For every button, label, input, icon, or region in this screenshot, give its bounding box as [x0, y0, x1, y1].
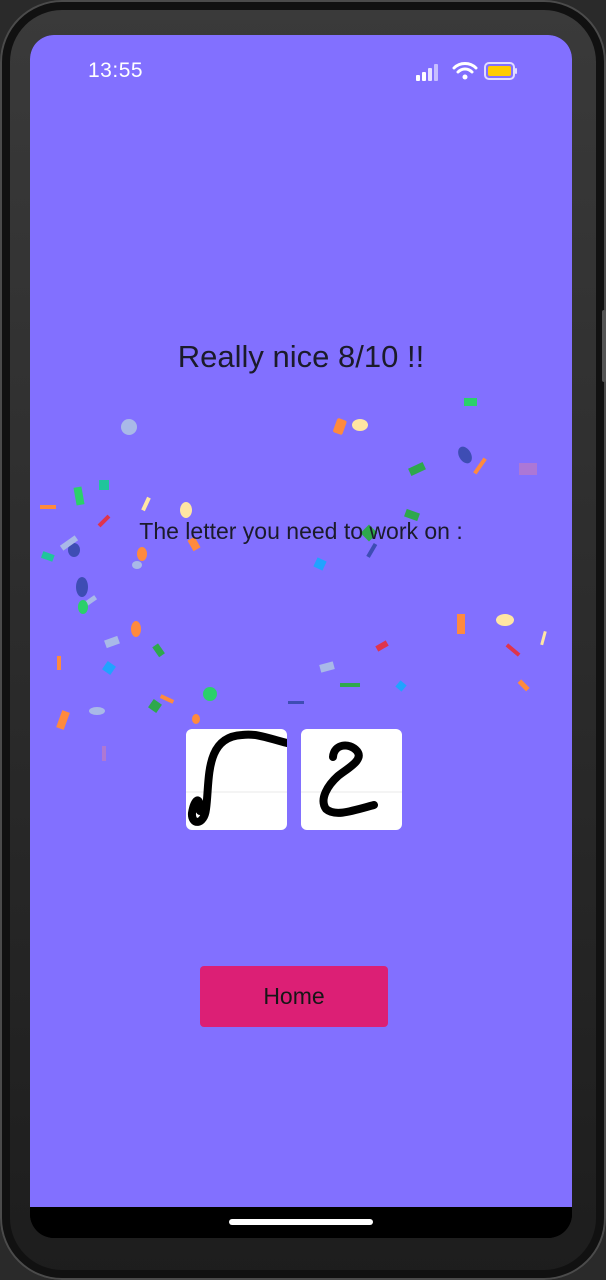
confetti-group [40, 398, 547, 761]
home-indicator[interactable] [229, 1219, 373, 1225]
handwritten-letter-2-icon [301, 741, 402, 817]
score-title: Really nice 8/10 !! [177, 339, 425, 374]
letter-card-2 [301, 729, 402, 830]
side-button [602, 310, 606, 382]
signal-bar-4 [434, 64, 438, 81]
phone-screen: 13:55 Really nice 8/10 !! The letter you… [30, 35, 572, 1238]
phone-frame: 13:55 Really nice 8/10 !! The letter you… [0, 0, 606, 1280]
signal-bar-2 [422, 72, 426, 81]
letter-card-1 [186, 729, 287, 830]
battery-icon [484, 62, 517, 80]
wifi-icon [452, 62, 478, 80]
letters-to-practice [186, 729, 402, 831]
confetti-particles [40, 398, 547, 761]
signal-bar-3 [428, 68, 432, 81]
signal-bar-1 [416, 75, 420, 81]
work-on-label: The letter you need to work on : [139, 518, 463, 544]
home-button[interactable]: Home [200, 966, 388, 1027]
app-background: 13:55 Really nice 8/10 !! The letter you… [30, 35, 572, 1207]
status-icons [416, 61, 526, 83]
status-time: 13:55 [88, 59, 144, 82]
status-bar: 13:55 [30, 35, 572, 107]
handwritten-letter-1-icon [186, 730, 287, 826]
cellular-signal-icon [416, 63, 444, 81]
